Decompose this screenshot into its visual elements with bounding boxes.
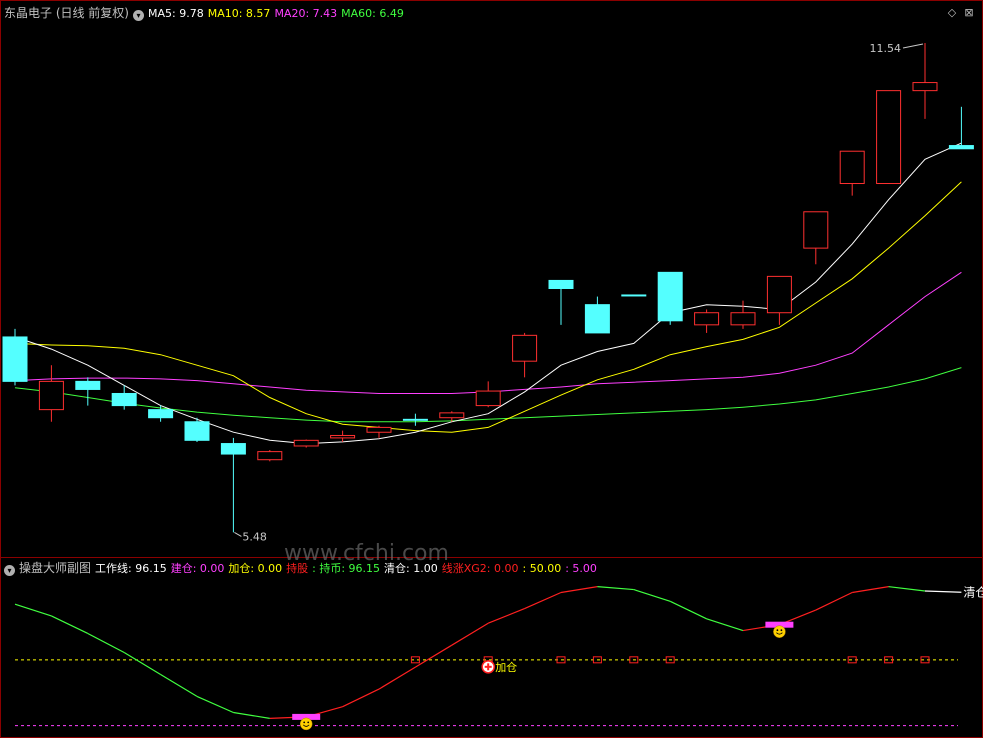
candle-body (111, 392, 137, 407)
work-line-segment (924, 590, 962, 593)
work-line-segment (706, 618, 744, 632)
high-marker-line (902, 43, 924, 49)
candle-body (439, 412, 465, 419)
low-marker-line (234, 531, 242, 537)
work-line-segment (560, 586, 598, 594)
candle-body (766, 275, 792, 314)
candle-body (2, 336, 28, 382)
kline-chart[interactable]: 11.54 5.48 清仓加仓 (0, 0, 983, 738)
candle-body (402, 418, 428, 421)
work-line-segment (378, 666, 416, 690)
work-line-segment (669, 600, 707, 620)
smiley-icon (773, 625, 786, 638)
high-price-label: 11.54 (870, 42, 902, 55)
work-line-segment (233, 711, 270, 719)
smiley-icon (299, 717, 313, 731)
smiley-eye (780, 629, 783, 632)
candle-body (657, 271, 683, 322)
candle-body (948, 145, 974, 150)
candle-body (839, 150, 865, 185)
work-line-segment (51, 615, 89, 635)
qingcang-label: 清仓 (963, 585, 983, 599)
work-line-segment (487, 608, 525, 624)
smiley-eye (303, 721, 306, 724)
candle-body (730, 312, 756, 326)
work-line-segment (597, 586, 634, 591)
candle-body (330, 434, 356, 439)
low-price-label: 5.48 (242, 530, 267, 543)
candle-body (512, 334, 538, 362)
smiley-eye (776, 629, 779, 632)
candle-body (366, 426, 392, 433)
work-line-segment (815, 591, 853, 611)
candle-body (293, 439, 319, 447)
work-line-segment (123, 651, 161, 675)
work-line-segment (14, 603, 52, 617)
work-line-segment (633, 588, 671, 602)
work-line-segment (160, 673, 198, 697)
work-line-segment (415, 644, 453, 668)
work-line-segment (888, 586, 926, 592)
candle-body (475, 390, 501, 407)
candle-body (803, 211, 829, 249)
ma20-line (14, 271, 962, 394)
candle-body (912, 82, 938, 92)
candle-body (548, 279, 574, 290)
candle-body (584, 304, 610, 334)
candle-body (220, 443, 246, 455)
candle-body (38, 380, 64, 411)
candle-body (876, 90, 902, 185)
candle-body (148, 409, 174, 419)
candle-body (184, 421, 210, 441)
smiley-eye (307, 721, 310, 724)
candle-body (621, 294, 647, 297)
work-line-segment (196, 695, 234, 714)
work-line-segment (524, 591, 562, 610)
work-line-segment (451, 622, 489, 646)
jiacang-label: 加仓 (495, 660, 517, 674)
work-line-segment (87, 632, 125, 654)
candle-body (257, 451, 283, 461)
candle-body (75, 380, 101, 390)
candle-body (694, 312, 720, 326)
work-line-segment (342, 688, 380, 708)
work-line-segment (852, 586, 889, 594)
